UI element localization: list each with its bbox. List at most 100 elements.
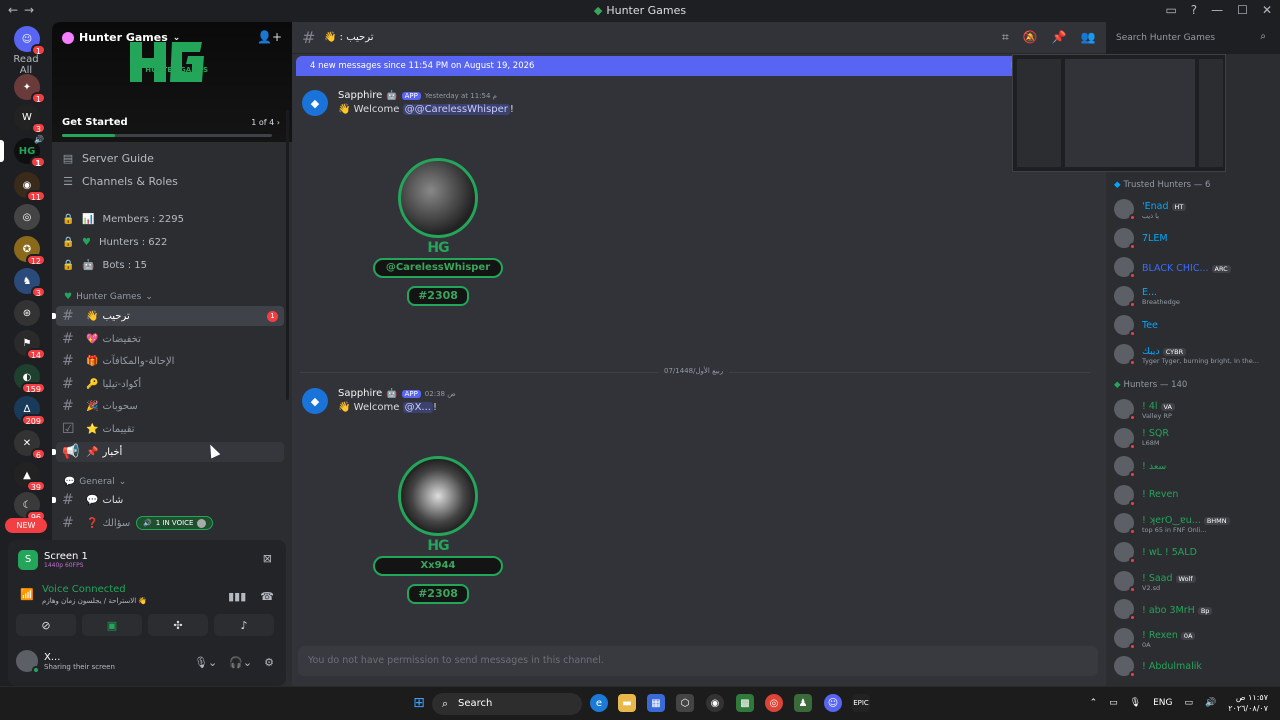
channel-welcome[interactable]: # 👋 ترحيب 1	[52, 306, 284, 326]
threads-icon[interactable]: ⌗	[1002, 30, 1009, 45]
in-voice-pill[interactable]: 🔊 1 IN VOICE	[136, 516, 214, 530]
channels-roles-link[interactable]: ☰ Channels & Roles	[62, 175, 178, 188]
minimize-button[interactable]: —	[1211, 3, 1223, 17]
app-icon[interactable]: ▭	[1109, 698, 1118, 708]
taskbar-search[interactable]: ⌕ Search	[432, 693, 582, 715]
sidebar-scrollbar[interactable]	[286, 110, 289, 400]
user-mention[interactable]: @X...	[402, 402, 433, 413]
member-row[interactable]: ! ʞerO‿ɐu... BHMN top 65 in FNF Onli...	[1112, 510, 1274, 536]
server-icon[interactable]: ♞ 3	[14, 268, 46, 298]
close-button[interactable]: ✕	[1262, 3, 1272, 17]
file-explorer-icon[interactable]: ▬	[618, 694, 636, 712]
notification-bell-muted-icon[interactable]: 🔕	[1023, 30, 1038, 45]
app-icon[interactable]: ⬡	[676, 694, 694, 712]
gear-icon[interactable]: ⚙	[264, 656, 274, 669]
microphone-icon[interactable]: 🎙	[1130, 698, 1141, 708]
server-icon[interactable]: ◎	[14, 204, 40, 230]
stop-stream-icon[interactable]: ⊠	[263, 552, 272, 565]
channel-discounts[interactable]: # 💖 تخفيضات	[56, 329, 284, 349]
member-row[interactable]: ! Abdulmalik	[1112, 653, 1274, 679]
server-guide-link[interactable]: ▤ Server Guide	[62, 152, 154, 165]
headphones-icon[interactable]: 🎧⌄	[229, 656, 252, 669]
server-icon[interactable]: ◉ 11	[14, 172, 46, 202]
clock[interactable]: ١١:٥٧ ص ٢٠٢٦/٠٨/٠٧	[1228, 692, 1268, 714]
epic-games-icon[interactable]: EPIC	[852, 694, 870, 712]
member-row[interactable]: ! Rexen 0A 0A	[1112, 625, 1274, 651]
server-icon[interactable]: ◐ 159	[14, 364, 46, 394]
read-all-button[interactable]: Read All	[6, 54, 46, 76]
member-list-icon[interactable]: 👥	[1081, 30, 1096, 45]
user-mention[interactable]: @@CarelessWhisper	[402, 104, 510, 115]
member-row[interactable]: ! Saad Wolf V2.sd	[1112, 568, 1274, 594]
chrome-icon[interactable]: ◎	[765, 694, 783, 712]
screen-share-button[interactable]: ▣	[82, 614, 142, 636]
obs-icon[interactable]: ◉	[706, 694, 724, 712]
pin-icon[interactable]: 📌	[1052, 30, 1067, 45]
message-author[interactable]: Sapphire	[338, 388, 382, 399]
channel-codes[interactable]: # 🔑 أكواد-تيليا	[56, 374, 284, 394]
screen-share-preview[interactable]	[1012, 54, 1226, 172]
language-indicator[interactable]: ENG	[1153, 698, 1172, 708]
stat-hunters[interactable]: 🔒 ♥ Hunters : 622	[62, 237, 167, 248]
server-icon[interactable]: ⚑ 14	[14, 330, 46, 360]
server-icon[interactable]: ∆ 209	[14, 396, 46, 426]
network-icon[interactable]: ▭	[1185, 698, 1194, 708]
new-messages-bar[interactable]: 4 new messages since 11:54 PM on August …	[296, 56, 1026, 76]
disconnect-icon[interactable]: ☎	[260, 590, 274, 603]
search-input[interactable]: Search Hunter Games ⌕	[1110, 28, 1272, 48]
microphone-icon[interactable]: 🎙⌄	[194, 656, 217, 669]
user-info[interactable]: X... Sharing their screen	[16, 650, 115, 674]
server-icon[interactable]: ✪ 12	[14, 236, 46, 266]
hunter-games-server-icon[interactable]: HG 🔊 1	[14, 135, 46, 168]
stat-members[interactable]: 🔒 📊 Members : 2295	[62, 214, 184, 225]
welcome-card[interactable]: HG Xx944 #2308	[368, 456, 508, 604]
server-name-header[interactable]: Hunter Games ⌄	[62, 31, 180, 44]
sapphire-avatar[interactable]: ◆	[302, 388, 328, 414]
invite-people-icon[interactable]: 👤+	[257, 30, 282, 44]
channel-news[interactable]: 📢 📌 أخبار	[52, 442, 284, 462]
soundboard-button[interactable]: ♪	[214, 614, 274, 636]
member-row[interactable]: BLACK CHIC... ARC	[1112, 254, 1274, 280]
discord-icon[interactable]: ☺	[824, 694, 842, 712]
screen-share-info[interactable]: S Screen 1 1440p 60FPS	[18, 550, 88, 570]
category-hunter-games[interactable]: ♥ Hunter Games ⌄	[64, 292, 153, 302]
message-author[interactable]: Sapphire	[338, 90, 382, 101]
member-row[interactable]: ! 4l VA Valley RP	[1112, 396, 1274, 422]
home-discord-icon[interactable]: ☺ 1	[14, 26, 46, 56]
app-icon[interactable]: ▩	[736, 694, 754, 712]
voice-connection-status[interactable]: 📶 Voice Connected الاستراحة / يجلسون زما…	[20, 584, 147, 605]
store-icon[interactable]: ▦	[647, 694, 665, 712]
app-icon[interactable]: ♟	[794, 694, 812, 712]
server-icon[interactable]: W3	[14, 104, 46, 134]
welcome-card[interactable]: HG @CarelessWhisper #2308	[368, 158, 508, 306]
new-badge[interactable]: NEW	[5, 518, 47, 533]
channel-giveaways[interactable]: # 🎉 سحوبات	[56, 396, 284, 416]
server-icon[interactable]: ▲ 39	[14, 462, 46, 492]
channel-chat[interactable]: # 💬 شات	[52, 490, 284, 510]
member-row[interactable]: Tee	[1112, 312, 1274, 338]
channel-referrals[interactable]: # 🎁 الإحالة-والمكافآت	[56, 351, 284, 371]
chevron-up-icon[interactable]: ⌃	[1090, 698, 1098, 708]
inbox-icon[interactable]: ▭	[1165, 3, 1176, 17]
help-icon[interactable]: ?	[1191, 3, 1197, 17]
volume-icon[interactable]: 🔊	[1205, 698, 1216, 708]
camera-off-button[interactable]: ⊘	[16, 614, 76, 636]
edge-icon[interactable]: e	[590, 694, 608, 712]
member-row[interactable]: ! Reven	[1112, 482, 1274, 508]
server-icon[interactable]: ⊛	[14, 300, 40, 326]
member-row[interactable]: ! سعد	[1112, 453, 1274, 479]
noise-suppression-icon[interactable]: ▮▮▮	[228, 590, 246, 603]
member-row[interactable]: ! SQR L68M	[1112, 425, 1274, 451]
channel-reviews[interactable]: ☑ ⭐ تقييمات	[56, 419, 284, 439]
member-row[interactable]: E... Breathedge	[1112, 283, 1274, 309]
server-icon[interactable]: ✦ 1	[14, 74, 46, 104]
windows-start-icon[interactable]: ⊞	[410, 694, 428, 712]
member-row[interactable]: ! abo 3MrH Bp	[1112, 596, 1274, 622]
maximize-button[interactable]: ☐	[1237, 3, 1248, 17]
stat-bots[interactable]: 🔒 🤖 Bots : 15	[62, 260, 147, 271]
activities-button[interactable]: ✣	[148, 614, 208, 636]
member-row[interactable]: 7LEM	[1112, 225, 1274, 251]
get-started-label[interactable]: Get Started	[62, 117, 128, 128]
server-icon[interactable]: ✕ 6	[14, 430, 46, 460]
sapphire-avatar[interactable]: ◆	[302, 90, 328, 116]
